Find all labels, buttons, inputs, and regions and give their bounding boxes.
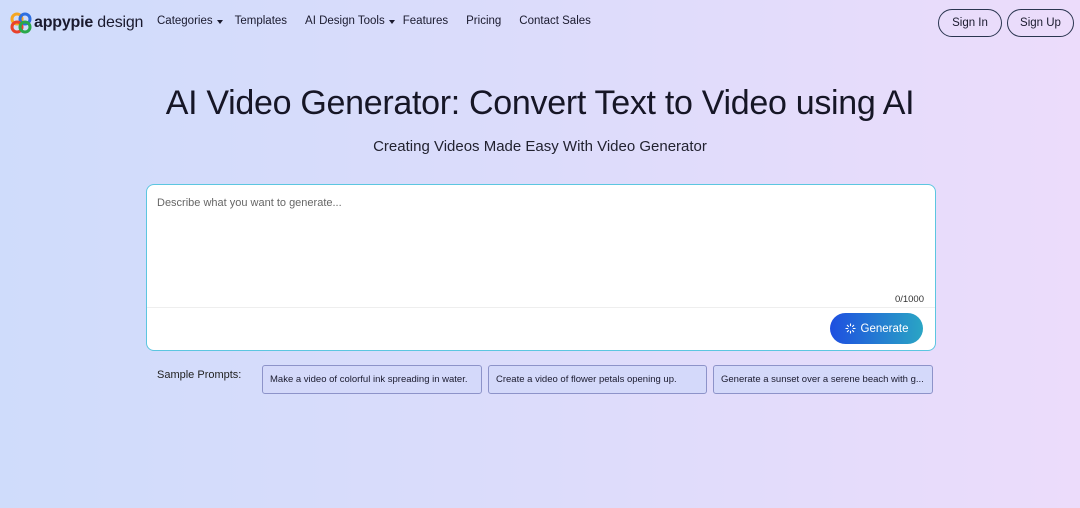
top-navbar: appypie design Categories Templates AI D…: [0, 0, 1080, 46]
generate-button[interactable]: Generate: [830, 313, 923, 344]
sample-prompt-chip[interactable]: Generate a sunset over a serene beach wi…: [713, 365, 933, 394]
prompt-divider: [147, 307, 935, 308]
nav-item-contact-sales[interactable]: Contact Sales: [519, 15, 591, 27]
brand-name-bold: appypie: [34, 14, 94, 31]
sign-up-button[interactable]: Sign Up: [1007, 9, 1074, 37]
character-counter: 0/1000: [894, 294, 924, 305]
nav-item-label: Contact Sales: [519, 15, 591, 27]
nav-item-label: Features: [402, 15, 449, 27]
nav-item-label: Categories: [157, 15, 213, 27]
nav-item-features[interactable]: Features: [403, 15, 448, 27]
sample-prompt-text: Generate a sunset over a serene beach wi…: [721, 374, 924, 385]
sparkle-icon: [844, 323, 856, 334]
nav-item-label: Pricing: [466, 15, 502, 27]
sample-prompt-text: Create a video of flower petals opening …: [496, 374, 677, 385]
sample-prompts-label: Sample Prompts:: [157, 369, 242, 381]
brand-logo[interactable]: appypie design: [10, 12, 143, 34]
nav-item-label: Templates: [234, 15, 288, 27]
generate-button-label: Generate: [860, 322, 909, 335]
sign-in-button[interactable]: Sign In: [938, 9, 1002, 37]
page-subtitle: Creating Videos Made Easy With Video Gen…: [373, 138, 707, 155]
sample-prompt-chip[interactable]: Create a video of flower petals opening …: [488, 365, 707, 394]
prompt-box: 0/1000 Generate: [146, 184, 936, 351]
brand-name: appypie design: [34, 14, 143, 32]
appypie-logo-icon: [10, 12, 32, 34]
page-title: AI Video Generator: Convert Text to Vide…: [165, 84, 915, 122]
chevron-down-icon: [388, 19, 395, 24]
chevron-down-icon: [216, 19, 223, 24]
sample-prompt-text: Make a video of colorful ink spreading i…: [270, 374, 468, 385]
nav-item-pricing[interactable]: Pricing: [466, 15, 501, 27]
sample-prompt-chip[interactable]: Make a video of colorful ink spreading i…: [262, 365, 482, 394]
nav-item-categories[interactable]: Categories: [157, 15, 223, 27]
nav-item-ai-design-tools[interactable]: AI Design Tools: [305, 15, 395, 27]
nav-menu: Categories Templates AI Design Tools Fea…: [157, 15, 591, 27]
prompt-input[interactable]: [157, 197, 917, 287]
brand-name-thin: design: [93, 14, 144, 31]
nav-item-label: AI Design Tools: [305, 15, 385, 27]
nav-item-templates[interactable]: Templates: [235, 15, 287, 27]
